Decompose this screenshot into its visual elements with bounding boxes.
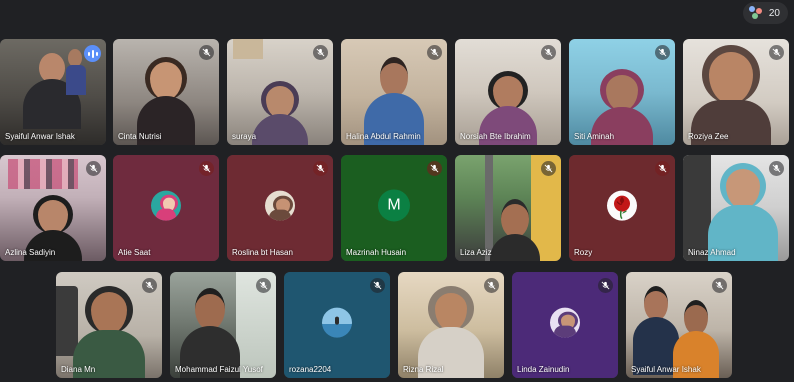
participant-name: Ninaz Ahmad bbox=[688, 248, 736, 257]
participant-video bbox=[252, 81, 308, 145]
participant-tile[interactable]: Siti Aminah bbox=[569, 39, 675, 145]
participant-video bbox=[691, 45, 771, 145]
participant-tile[interactable]: rozana2204 bbox=[284, 272, 390, 378]
mic-off-icon bbox=[541, 161, 556, 176]
participant-name: Mohammad Faizul Yusof bbox=[175, 365, 263, 374]
participant-name: Syaiful Anwar Ishak bbox=[5, 132, 75, 141]
participant-tile[interactable]: Diana Mn bbox=[56, 272, 162, 378]
participant-avatar: M bbox=[378, 189, 410, 222]
participant-tile[interactable]: Rozy bbox=[569, 155, 675, 261]
participant-name: Diana Mn bbox=[61, 365, 96, 374]
participant-name: Roziya Zee bbox=[688, 132, 729, 141]
participant-name: Liza Aziz bbox=[460, 248, 492, 257]
participant-tile[interactable]: M Mazrinah Husain bbox=[341, 155, 447, 261]
participant-tile[interactable]: Atie Saat bbox=[113, 155, 219, 261]
participant-name: Azlina Sadiyin bbox=[5, 248, 56, 257]
participant-tile[interactable]: Rizna Rizal bbox=[398, 272, 504, 378]
participant-avatar bbox=[265, 190, 295, 221]
participants-button[interactable]: 20 bbox=[742, 2, 788, 24]
participant-name: Roslina bt Hasan bbox=[232, 248, 293, 257]
participant-video bbox=[708, 163, 778, 261]
participant-name: Rizna Rizal bbox=[403, 365, 444, 374]
participant-avatar bbox=[322, 307, 352, 338]
participant-tile[interactable]: Azlina Sadiyin bbox=[0, 155, 106, 261]
participant-tile[interactable]: Halina Abdul Rahmin bbox=[341, 39, 447, 145]
mic-off-icon bbox=[427, 161, 442, 176]
mic-off-icon bbox=[769, 161, 784, 176]
participant-video bbox=[490, 199, 540, 261]
participant-tile[interactable]: Linda Zainudin bbox=[512, 272, 618, 378]
mic-off-icon bbox=[655, 161, 670, 176]
participant-tile[interactable]: Liza Aziz bbox=[455, 155, 561, 261]
participant-tile[interactable]: Syaiful Anwar Ishak bbox=[0, 39, 106, 145]
participant-avatar bbox=[607, 190, 637, 221]
participant-name: Siti Aminah bbox=[574, 132, 615, 141]
speaking-indicator-icon bbox=[84, 45, 101, 62]
mic-off-icon bbox=[370, 278, 385, 293]
mic-off-icon bbox=[199, 45, 214, 60]
mic-off-icon bbox=[541, 45, 556, 60]
participant-tile[interactable]: Ninaz Ahmad bbox=[683, 155, 789, 261]
mic-off-icon bbox=[427, 45, 442, 60]
mic-off-icon bbox=[313, 45, 328, 60]
participant-name: Linda Zainudin bbox=[517, 365, 570, 374]
participant-name: Mazrinah Husain bbox=[346, 248, 407, 257]
meeting-grid: 20 Syaiful Anwar Ishak Cinta Nutrisi sur… bbox=[0, 0, 794, 382]
mic-off-icon bbox=[142, 278, 157, 293]
participant-tile[interactable]: Roslina bt Hasan bbox=[227, 155, 333, 261]
people-icon bbox=[748, 6, 763, 20]
mic-off-icon bbox=[313, 161, 328, 176]
participants-count: 20 bbox=[768, 7, 780, 19]
mic-off-icon bbox=[256, 278, 271, 293]
participant-name: Atie Saat bbox=[118, 248, 151, 257]
mic-off-icon bbox=[598, 278, 613, 293]
participant-tile[interactable]: Norsiah Bte Ibrahim bbox=[455, 39, 561, 145]
participant-name: Rozy bbox=[574, 248, 593, 257]
mic-off-icon bbox=[769, 45, 784, 60]
participant-avatar bbox=[550, 307, 580, 338]
mic-off-icon bbox=[484, 278, 499, 293]
participant-name: rozana2204 bbox=[289, 365, 332, 374]
participant-name: Cinta Nutrisi bbox=[118, 132, 162, 141]
participant-name: suraya bbox=[232, 132, 257, 141]
mic-off-icon bbox=[86, 161, 101, 176]
participant-tile[interactable]: Roziya Zee bbox=[683, 39, 789, 145]
participant-name: Norsiah Bte Ibrahim bbox=[460, 132, 531, 141]
participant-tile[interactable]: Mohammad Faizul Yusof bbox=[170, 272, 276, 378]
mic-off-icon bbox=[655, 45, 670, 60]
participant-avatar bbox=[151, 190, 181, 221]
participant-tile[interactable]: Syaiful Anwar Ishak bbox=[626, 272, 732, 378]
mic-off-icon bbox=[712, 278, 727, 293]
participant-name: Syaiful Anwar Ishak bbox=[631, 365, 701, 374]
participant-tile[interactable]: suraya bbox=[227, 39, 333, 145]
mic-off-icon bbox=[199, 161, 214, 176]
participant-tile[interactable]: Cinta Nutrisi bbox=[113, 39, 219, 145]
participant-name: Halina Abdul Rahmin bbox=[346, 132, 421, 141]
